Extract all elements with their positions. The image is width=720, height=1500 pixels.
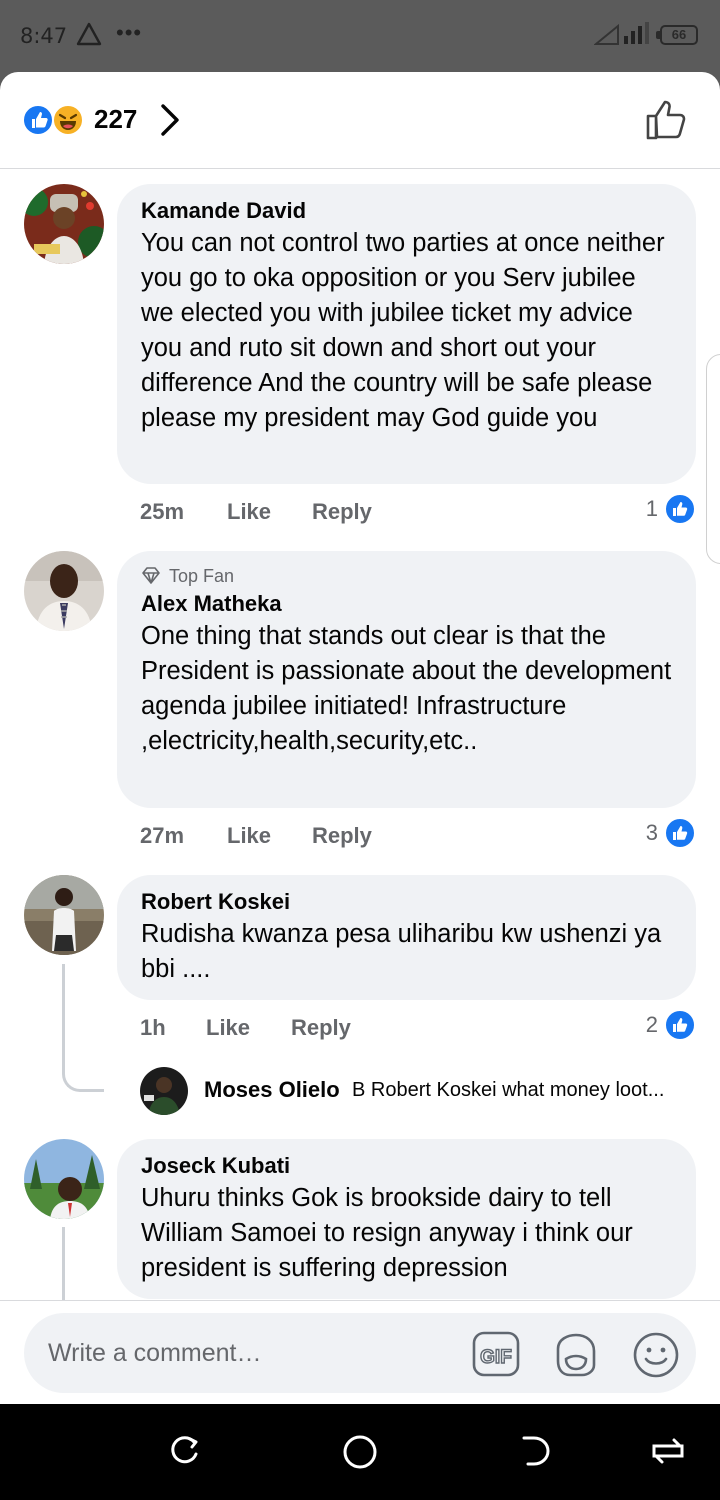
reply-text: B Robert Koskei what money loot... [352,1079,665,1101]
comment-text: You can not control two parties at once … [141,229,665,432]
gif-button[interactable]: GIF [472,1331,520,1382]
comment-author[interactable]: Kamande David [141,196,672,226]
comment-input[interactable]: Write a comment… GIF [24,1313,696,1393]
back-button-icon[interactable] [520,1434,554,1473]
comment-reactions[interactable]: 2 [646,1009,696,1041]
reaction-count: 1 [645,496,658,521]
more-notifications-icon: ••• [116,20,143,45]
comment-time: 25m [140,499,185,524]
sticker-icon[interactable] [552,1331,600,1384]
comment-author[interactable]: Joseck Kubati [141,1151,672,1181]
comment-time: 27m [140,823,185,848]
switch-apps-icon[interactable] [650,1434,686,1473]
comment-reactions[interactable]: 1 [646,493,696,525]
home-button-icon[interactable] [342,1434,378,1475]
reply-preview[interactable]: Moses Olielo B Robert Koskei what money … [140,1067,710,1115]
warning-icon [76,22,102,51]
emoji-icon[interactable] [632,1331,680,1384]
like-reaction-icon [664,493,696,525]
battery-icon: 66 [656,25,698,45]
comment-actions: 1h Like Reply [0,1015,720,1055]
avatar[interactable] [24,184,104,264]
reply-link[interactable]: Reply [312,823,372,849]
status-bar: 8:47 ••• 66 [0,0,720,72]
clock: 8:47 [20,24,68,48]
system-nav-bar [0,1404,720,1500]
avatar[interactable] [24,1139,104,1219]
comment-time: 1h [140,1015,166,1040]
comment-author[interactable]: Alex Matheka [141,589,672,619]
haha-reaction-icon [52,104,84,136]
top-fan-badge: Top Fan [141,563,672,589]
reaction-count: 3 [645,820,658,845]
comment-bubble[interactable]: Top Fan Alex Matheka One thing that stan… [117,551,696,808]
reactions-header[interactable]: 227 [0,72,720,169]
top-fan-label: Top Fan [169,566,235,586]
comments-sheet: 227 Kamande David You can not control tw… [0,72,720,1404]
avatar[interactable] [24,551,104,631]
comment-bubble[interactable]: Robert Koskei Rudisha kwanza pesa ulihar… [117,875,696,1000]
thread-line [62,1227,65,1307]
comment-composer: Write a comment… GIF [0,1300,720,1404]
comment-text: One thing that stands out clear is that … [141,622,672,755]
scroll-handle[interactable] [706,354,720,564]
reaction-count: 227 [94,104,138,134]
like-reaction-icon [664,817,696,849]
avatar[interactable] [24,875,104,955]
like-link[interactable]: Like [227,823,271,849]
cell-signal-icon [622,20,654,51]
like-reaction-icon [664,1009,696,1041]
like-reaction-icon [22,104,54,136]
comment-actions: 27m Like Reply [0,823,720,863]
comment-actions: 25m Like Reply [0,499,720,539]
comment-reactions[interactable]: 3 [646,817,696,849]
gif-label: GIF [480,1347,512,1368]
comment-placeholder: Write a comment… [48,1339,262,1367]
comment-bubble[interactable]: Kamande David You can not control two pa… [117,184,696,484]
wifi-signal-icon [593,23,620,51]
comment-bubble[interactable]: Joseck Kubati Uhuru thinks Gok is brooks… [117,1139,696,1299]
like-post-button[interactable] [644,98,690,147]
comment-text: Rudisha kwanza pesa uliharibu kw ushenzi… [141,920,662,983]
reply-link[interactable]: Reply [291,1015,351,1041]
diamond-icon [142,567,160,584]
thread-connector [62,1062,104,1092]
like-link[interactable]: Like [227,499,271,525]
avatar[interactable] [140,1067,188,1115]
comment-text: Uhuru thinks Gok is brookside dairy to t… [141,1184,633,1282]
comment-author[interactable]: Robert Koskei [141,887,672,917]
reply-author[interactable]: Moses Olielo [204,1077,340,1103]
reaction-icons [22,104,88,138]
reply-link[interactable]: Reply [312,499,372,525]
recent-apps-icon[interactable] [168,1434,202,1473]
like-link[interactable]: Like [206,1015,250,1041]
chevron-right-icon[interactable] [158,102,182,143]
reaction-count: 2 [645,1012,658,1037]
